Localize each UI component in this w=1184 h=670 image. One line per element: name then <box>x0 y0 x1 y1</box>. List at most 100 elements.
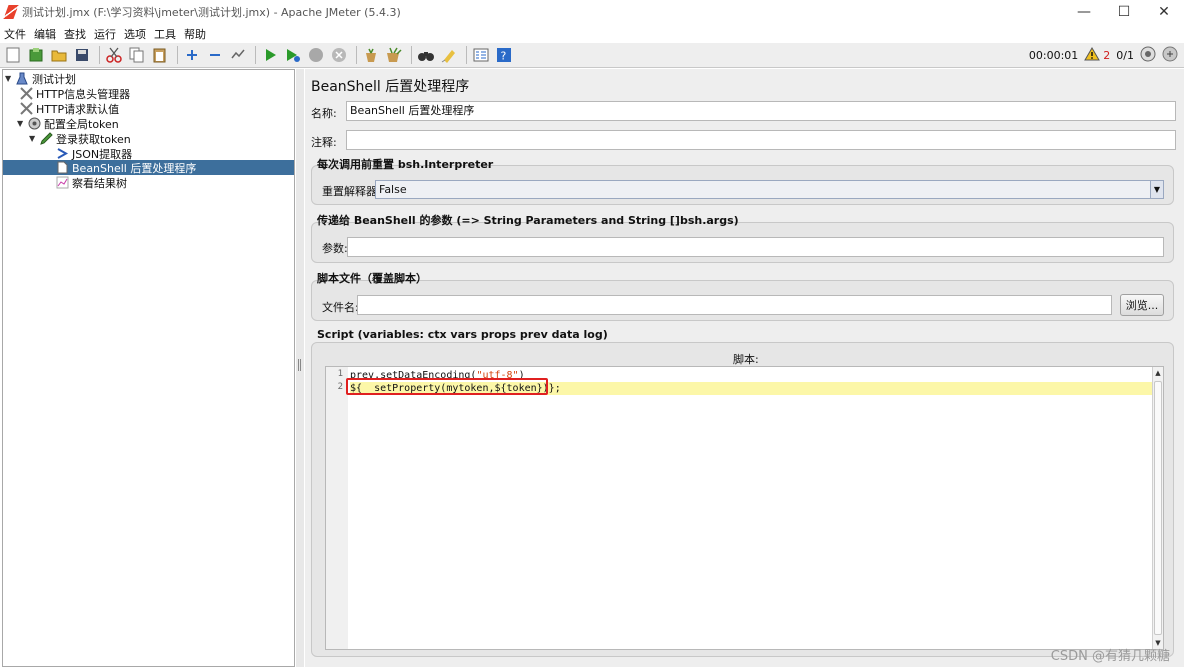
splitter-grip[interactable] <box>298 359 301 371</box>
tree-node-test-plan[interactable]: ▼ 测试计划 <box>5 71 76 86</box>
script-file-group-title: 脚本文件（覆盖脚本） <box>317 272 427 285</box>
reset-interpreter-select[interactable]: False ▼ <box>375 180 1164 199</box>
clear-all-icon[interactable] <box>384 45 404 65</box>
pane-splitter[interactable] <box>296 69 304 667</box>
parameters-label: 参数: <box>322 242 348 255</box>
maximize-button[interactable]: ☐ <box>1104 0 1144 24</box>
new-icon[interactable] <box>3 45 23 65</box>
jmeter-feather-icon <box>3 5 19 19</box>
toolbar-separator <box>466 46 467 64</box>
menu-help[interactable]: 帮助 <box>184 26 206 42</box>
comment-label: 注释: <box>311 136 337 149</box>
toolbar-separator <box>411 46 412 64</box>
parameters-field[interactable] <box>347 237 1164 257</box>
name-field[interactable]: BeanShell 后置处理程序 <box>346 101 1176 121</box>
shutdown-icon[interactable] <box>329 45 349 65</box>
line-number: 2 <box>337 382 343 392</box>
menu-search[interactable]: 查找 <box>64 26 86 42</box>
toolbar: ? 00:00:01 2 0/1 <box>0 43 1184 68</box>
stop-icon[interactable] <box>306 45 326 65</box>
pencil-icon <box>39 132 53 145</box>
doc-icon <box>55 161 69 174</box>
reset-search-icon[interactable] <box>439 45 459 65</box>
window-controls: — ☐ ✕ <box>1064 0 1184 24</box>
scroll-up-arrow-icon[interactable]: ▲ <box>1153 367 1163 379</box>
toolbar-status: 00:00:01 2 0/1 <box>1023 43 1178 68</box>
window-title: 测试计划.jmx (F:\学习资料\jmeter\测试计划.jmx) - Apa… <box>22 6 401 19</box>
templates-icon[interactable] <box>26 45 46 65</box>
start-icon[interactable] <box>260 45 280 65</box>
collapse-toggle-icon[interactable]: ▼ <box>17 119 27 128</box>
highlight-annotation-box <box>346 378 548 395</box>
function-helper-icon[interactable] <box>471 45 491 65</box>
menu-edit[interactable]: 编辑 <box>34 26 56 42</box>
paste-icon[interactable] <box>150 45 170 65</box>
toggle-icon[interactable] <box>228 45 248 65</box>
wrench-icon <box>19 102 33 115</box>
menu-bar: 文件 编辑 查找 运行 选项 工具 帮助 <box>0 24 1184 43</box>
cut-icon[interactable] <box>104 45 124 65</box>
toolbar-separator <box>177 46 178 64</box>
copy-icon[interactable] <box>127 45 147 65</box>
line-number: 1 <box>337 369 343 379</box>
elapsed-timer: 00:00:01 <box>1028 49 1079 62</box>
chart-icon <box>55 176 69 189</box>
toolbar-separator <box>99 46 100 64</box>
thread-count: 0/1 <box>1116 49 1134 62</box>
csdn-watermark: CSDN @有猜几颗糖 <box>1050 649 1170 664</box>
tree-node-view-results-tree[interactable]: 察看结果树 <box>55 175 127 190</box>
toolbar-separator <box>255 46 256 64</box>
help-icon[interactable]: ? <box>494 45 514 65</box>
tree-node-login-get-token[interactable]: ▼ 登录获取token <box>29 131 131 146</box>
menu-run[interactable]: 运行 <box>94 26 116 42</box>
tree-node-http-header-manager[interactable]: HTTP信息头管理器 <box>19 86 130 101</box>
start-no-pauses-icon[interactable] <box>283 45 303 65</box>
panel-title: BeanShell 后置处理程序 <box>311 79 470 95</box>
warning-icon[interactable] <box>1084 47 1101 64</box>
toolbar-separator <box>356 46 357 64</box>
reset-interpreter-value: False <box>379 183 407 196</box>
svg-text:?: ? <box>501 50 507 63</box>
menu-options[interactable]: 选项 <box>124 26 146 42</box>
close-button[interactable]: ✕ <box>1144 0 1184 24</box>
comment-field[interactable] <box>346 130 1176 150</box>
file-name-label: 文件名: <box>322 301 359 314</box>
clear-icon[interactable] <box>361 45 381 65</box>
arrow-icon <box>55 147 69 160</box>
parameters-group-title: 传递给 BeanShell 的参数 (=> String Parameters … <box>317 214 739 227</box>
minimize-button[interactable]: — <box>1064 0 1104 24</box>
remote-status-icon[interactable] <box>1140 46 1156 65</box>
script-group-title: Script (variables: ctx vars props prev d… <box>317 328 608 341</box>
warning-count[interactable]: 2 <box>1103 49 1110 62</box>
collapse-icon[interactable] <box>205 45 225 65</box>
chevron-down-icon[interactable]: ▼ <box>1150 181 1163 198</box>
flask-icon <box>15 72 29 85</box>
line-number-gutter <box>326 367 348 649</box>
open-icon[interactable] <box>49 45 69 65</box>
collapse-toggle-icon[interactable]: ▼ <box>5 74 15 83</box>
script-editor[interactable]: 1 2 prev.setDataEncoding("utf-8") ${__se… <box>325 366 1164 650</box>
reset-interpreter-label: 重置解释器: <box>322 185 381 198</box>
menu-tools[interactable]: 工具 <box>154 26 176 42</box>
window-titlebar: 测试计划.jmx (F:\学习资料\jmeter\测试计划.jmx) - Apa… <box>0 0 1184 24</box>
file-name-field[interactable] <box>357 295 1112 315</box>
script-label: 脚本: <box>733 353 759 366</box>
gear-icon <box>27 117 41 130</box>
save-icon[interactable] <box>72 45 92 65</box>
tree-node-beanshell-postprocessor[interactable]: BeanShell 后置处理程序 <box>3 160 294 175</box>
search-binoculars-icon[interactable] <box>416 45 436 65</box>
collapse-toggle-icon[interactable]: ▼ <box>29 134 39 143</box>
test-plan-tree[interactable]: ▼ 测试计划 HTTP信息头管理器 HTTP请求默认值 ▼ 配置全局token … <box>2 69 295 667</box>
element-editor-panel: BeanShell 后置处理程序 名称: BeanShell 后置处理程序 注释… <box>305 69 1184 667</box>
name-label: 名称: <box>311 107 337 120</box>
browse-button[interactable]: 浏览... <box>1120 294 1164 316</box>
tree-node-global-token-group[interactable]: ▼ 配置全局token <box>17 116 119 131</box>
menu-file[interactable]: 文件 <box>4 26 26 42</box>
expand-icon[interactable] <box>182 45 202 65</box>
reset-interpreter-group-title: 每次调用前重置 bsh.Interpreter <box>317 158 494 171</box>
log-viewer-icon[interactable] <box>1162 46 1178 65</box>
scrollbar-thumb[interactable] <box>1154 381 1162 635</box>
tree-node-http-request-defaults[interactable]: HTTP请求默认值 <box>19 101 119 116</box>
editor-vertical-scrollbar[interactable]: ▲ ▼ <box>1152 367 1163 649</box>
wrench-icon <box>19 87 33 100</box>
